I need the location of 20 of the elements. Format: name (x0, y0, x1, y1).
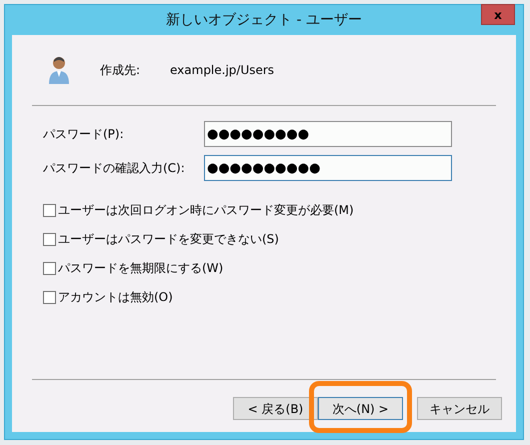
password-field[interactable]: ●●●●●●●●● (204, 121, 452, 147)
location-value: example.jp/Users (170, 62, 274, 79)
wizard-button[interactable]: 次へ(N) > (318, 397, 403, 420)
user-icon (48, 55, 70, 85)
checkbox[interactable] (43, 232, 56, 246)
field-label: パスワードの確認入力(C): (43, 160, 186, 177)
wizard-button[interactable]: < 戻る(B) (233, 397, 318, 420)
checkbox-label: アカウントは無効(O) (58, 289, 173, 306)
wizard-button[interactable]: キャンセル (417, 397, 502, 420)
location-label: 作成先: (100, 62, 142, 79)
field-label: パスワード(P): (43, 126, 125, 143)
close-button[interactable]: x (481, 4, 515, 25)
checkbox[interactable] (43, 290, 56, 304)
window-title: 新しいオブジェクト - ユーザー (166, 10, 362, 30)
checkbox[interactable] (43, 262, 56, 274)
checkbox[interactable] (43, 204, 56, 216)
checkbox-label: ユーザーは次回ログオン時にパスワード変更が必要(M) (58, 202, 354, 219)
checkbox-label: パスワードを無期限にする(W) (58, 260, 224, 277)
password-field[interactable]: ●●●●●●●●●● (204, 155, 452, 181)
checkbox-label: ユーザーはパスワードを変更できない(S) (58, 231, 279, 248)
